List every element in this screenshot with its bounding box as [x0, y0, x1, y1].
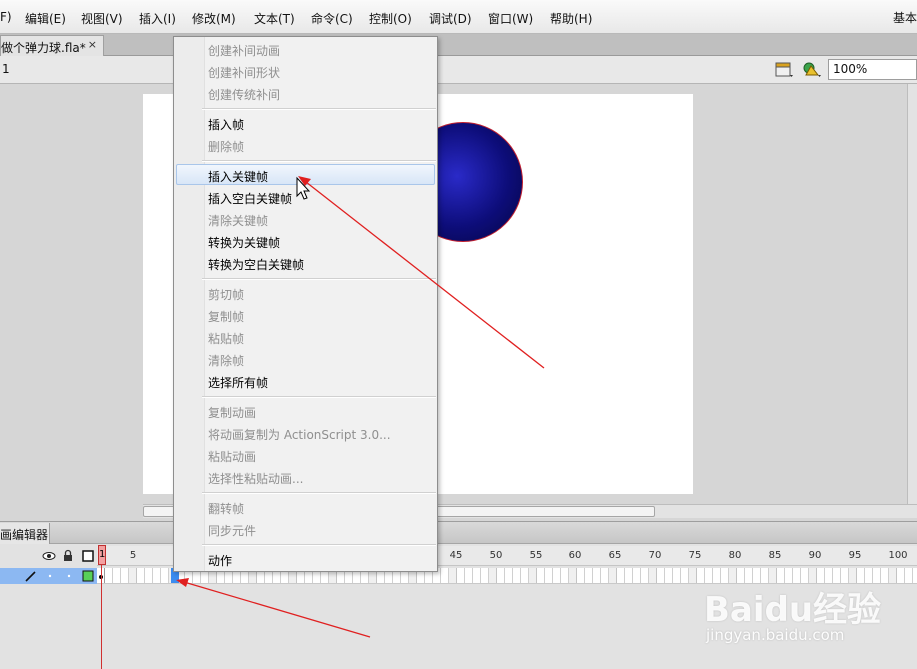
pencil-icon: [25, 571, 36, 582]
visibility-dot-icon: [48, 574, 52, 578]
scene-label: 1: [2, 62, 10, 76]
menu-item-4[interactable]: 插入帧: [208, 116, 244, 133]
menu-separator: [202, 160, 436, 162]
ruler-tick-label: 85: [768, 550, 782, 561]
eye-icon[interactable]: [42, 552, 56, 560]
menu-help[interactable]: 帮助(H): [550, 10, 592, 27]
ruler-tick-label: 95: [848, 550, 862, 561]
ruler-tick-label: 65: [608, 550, 622, 561]
ruler-tick-label: 50: [489, 550, 503, 561]
menu-item-16: 复制动画: [208, 406, 257, 420]
menu-window[interactable]: 窗口(W): [488, 10, 533, 27]
watermark-logo: Baidu经验: [704, 590, 882, 630]
ruler-tick-label: 75: [688, 550, 702, 561]
outline-icon[interactable]: [82, 550, 94, 562]
layer-row-icons: [25, 570, 94, 582]
menu-commands[interactable]: 命令(C): [311, 10, 353, 27]
layer-color-icon: [82, 570, 94, 582]
motion-editor-tab[interactable]: 画编辑器: [0, 523, 50, 544]
ruler-tick-label: 45: [449, 550, 463, 561]
workspace-switcher[interactable]: 基本: [893, 9, 917, 26]
menu-item-5: 删除帧: [208, 140, 245, 154]
menu-item-19: 选择性粘贴动画...: [208, 472, 304, 486]
motion-editor-tab-label: 画编辑器: [0, 528, 49, 542]
playhead[interactable]: 1: [98, 545, 106, 565]
menu-item-22[interactable]: 动作: [208, 552, 232, 569]
ruler-tick-label: 100: [888, 550, 908, 561]
menu-separator: [202, 544, 436, 546]
zoom-input[interactable]: 100%: [828, 59, 917, 80]
menu-modify[interactable]: 修改(M): [192, 10, 236, 27]
edit-bar: 1 100%: [0, 56, 917, 84]
menu-item-6[interactable]: 插入关键帧: [208, 168, 268, 185]
menu-insert[interactable]: 插入(I): [139, 10, 176, 27]
close-icon[interactable]: ×: [88, 38, 97, 51]
edit-symbols-icon[interactable]: [802, 61, 822, 79]
menu-item-18: 粘贴动画: [208, 450, 257, 464]
vertical-scrollbar[interactable]: [907, 84, 917, 504]
ruler-tick-label: 55: [529, 550, 543, 561]
menu-bar: F) 编辑(E) 视图(V) 插入(I) 修改(M) 文本(T) 命令(C) 控…: [0, 0, 917, 34]
menu-item-7[interactable]: 插入空白关键帧: [208, 190, 292, 207]
layer-header-icons: [42, 549, 94, 562]
menu-item-9[interactable]: 转换为关键帧: [208, 234, 280, 251]
watermark: Baidu经验 jingyan.baidu.com: [700, 582, 910, 652]
frame-context-menu: 创建补间动画 创建补间形状 创建传统补间 插入帧删除帧插入关键帧插入空白关键帧 清除关键…: [173, 36, 438, 572]
menu-item-21: 同步元件: [208, 524, 257, 538]
document-tab[interactable]: 做个弹力球.fla* ×: [0, 35, 104, 56]
menu-control[interactable]: 控制(O): [369, 10, 412, 27]
menu-item-20: 翻转帧: [208, 502, 245, 516]
menu-item-17: 将动画复制为 ActionScript 3.0...: [208, 428, 391, 442]
menu-file[interactable]: F): [0, 10, 12, 24]
menu-item-8: 清除关键帧: [208, 214, 269, 228]
menu-item-3: 创建传统补间: [208, 88, 281, 102]
menu-edit[interactable]: 编辑(E): [25, 10, 66, 27]
menu-item-1: 创建补间动画: [208, 44, 281, 58]
menu-view[interactable]: 视图(V): [81, 10, 123, 27]
menu-separator: [202, 108, 436, 110]
menu-separator: [202, 278, 436, 280]
menu-item-10[interactable]: 转换为空白关键帧: [208, 256, 304, 273]
document-tab-bar: 做个弹力球.fla* ×: [0, 34, 917, 56]
document-tab-label: 做个弹力球.fla*: [1, 41, 86, 55]
menu-item-12: 复制帧: [208, 310, 245, 324]
menu-text[interactable]: 文本(T): [254, 10, 295, 27]
ruler-tick-label: 80: [728, 550, 742, 561]
ruler-tick-label: 60: [568, 550, 582, 561]
stage-area: [0, 84, 917, 521]
watermark-url: jingyan.baidu.com: [706, 626, 845, 644]
lock-icon[interactable]: [64, 549, 72, 562]
menu-debug[interactable]: 调试(D): [429, 10, 472, 27]
edit-scene-icon[interactable]: [774, 61, 794, 79]
menu-item-13: 粘贴帧: [208, 332, 245, 346]
menu-item-14: 清除帧: [208, 354, 245, 368]
lock-dot-icon: [67, 574, 71, 578]
timeline-panel-header: 画编辑器: [0, 521, 917, 544]
menu-item-15[interactable]: 选择所有帧: [208, 374, 268, 391]
ruler-tick-label: 90: [808, 550, 822, 561]
menu-separator: [202, 492, 436, 494]
menu-separator: [202, 396, 436, 398]
playhead-line: [101, 565, 102, 669]
layer-row[interactable]: [0, 568, 97, 584]
menu-item-11: 剪切帧: [208, 288, 245, 302]
menu-item-2: 创建补间形状: [208, 66, 281, 80]
ruler-tick-label: 70: [648, 550, 662, 561]
ruler-tick-label: 5: [129, 550, 137, 561]
